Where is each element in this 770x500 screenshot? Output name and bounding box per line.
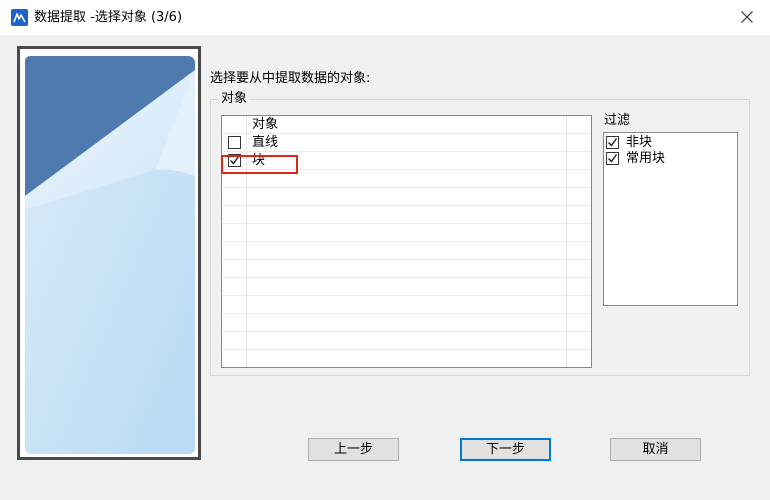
- empty-row: [222, 350, 591, 367]
- close-button[interactable]: [724, 0, 770, 35]
- list-header-label: 对象: [252, 117, 279, 132]
- check-icon: [608, 138, 617, 147]
- cancel-button[interactable]: 取消: [610, 438, 701, 461]
- data-extraction-dialog: 数据提取 -选择对象 (3/6) 选择要从中提取数据的对象: 对象 对象 直线 …: [0, 0, 770, 500]
- empty-row: [222, 188, 591, 206]
- list-header-row: 对象: [222, 116, 591, 134]
- data-extraction-app-icon: [11, 9, 28, 26]
- empty-row: [222, 242, 591, 260]
- empty-row: [222, 260, 591, 278]
- empty-row: [222, 314, 591, 332]
- checkbox[interactable]: [606, 152, 619, 165]
- empty-row: [222, 278, 591, 296]
- window-title: 数据提取 -选择对象 (3/6): [34, 10, 183, 25]
- checkbox[interactable]: [606, 136, 619, 149]
- title-bar: 数据提取 -选择对象 (3/6): [0, 0, 770, 35]
- filter-label: 过滤: [604, 113, 631, 128]
- filter-list[interactable]: 非块 常用块: [603, 132, 738, 306]
- empty-row: [222, 206, 591, 224]
- wizard-illustration: [17, 46, 201, 460]
- prev-button[interactable]: 上一步: [308, 438, 399, 461]
- selection-highlight-annotation: [221, 155, 298, 174]
- object-group-legend: 对象: [219, 91, 250, 106]
- list-item-label: 直线: [252, 135, 279, 150]
- instruction-text: 选择要从中提取数据的对象:: [210, 71, 371, 86]
- checkbox[interactable]: [228, 136, 241, 149]
- object-list[interactable]: 对象 直线 块: [221, 115, 592, 368]
- empty-row: [222, 224, 591, 242]
- filter-item-label: 非块: [626, 135, 653, 150]
- filter-item-label: 常用块: [626, 151, 666, 166]
- empty-row: [222, 296, 591, 314]
- close-icon: [741, 11, 753, 23]
- list-item[interactable]: 直线: [222, 134, 591, 152]
- check-icon: [608, 154, 617, 163]
- empty-row: [222, 332, 591, 350]
- next-button[interactable]: 下一步: [460, 438, 551, 461]
